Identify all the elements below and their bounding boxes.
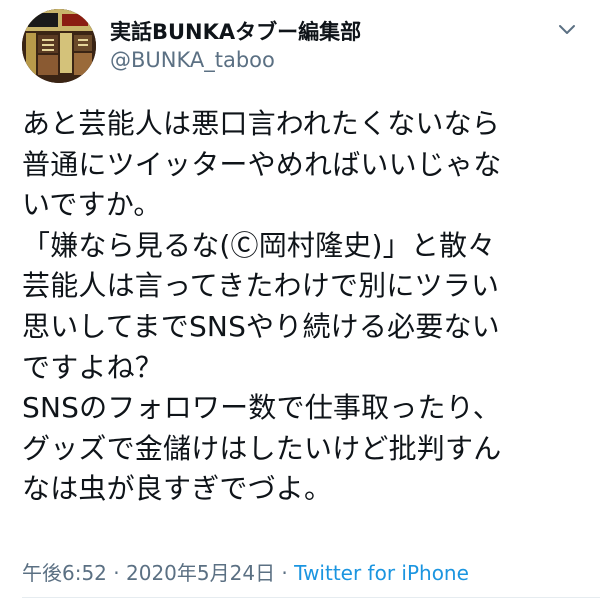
meta-separator: · xyxy=(106,561,126,585)
tweet-text-line: 思いしてまでSNSやり続ける必要ない xyxy=(22,309,500,343)
user-info: 実話BUNKAタブー編集部 @BUNKA_taboo xyxy=(110,18,361,74)
tweet-text-line: なは虫が良すぎでづよ。 xyxy=(22,472,333,506)
tweet-text-line: いですか。 xyxy=(22,188,162,222)
tweet-time[interactable]: 午後6:52 xyxy=(22,561,107,585)
tweet-text-line: 普通にツイッターやめればいいじゃな xyxy=(22,147,502,181)
user-handle[interactable]: @BUNKA_taboo xyxy=(110,46,361,74)
tweet-card: 実話BUNKAタブー編集部 @BUNKA_taboo あと芸能人は悪口言われたく… xyxy=(0,0,600,599)
display-name[interactable]: 実話BUNKAタブー編集部 xyxy=(110,18,361,46)
tweet-text: あと芸能人は悪口言われたくないなら 普通にツイッターやめればいいじゃな いですか… xyxy=(22,104,587,510)
tweet-text-line: ですよね？ xyxy=(22,350,164,384)
tweet-text-line: 「嫌なら見るな(Ⓒ岡村隆史)」と散々 xyxy=(22,228,496,262)
tweet-source-link[interactable]: Twitter for iPhone xyxy=(294,561,469,585)
tweet-header: 実話BUNKAタブー編集部 @BUNKA_taboo xyxy=(22,6,361,86)
tweet-meta: 午後6:52 · 2020年5月24日 · Twitter for iPhone xyxy=(22,559,469,587)
tweet-text-line: 芸能人は言ってきたわけで別にツラい xyxy=(22,269,500,303)
tweet-text-line: グッズで金儲けはしたいけど批判すん xyxy=(22,431,502,465)
chevron-down-icon[interactable] xyxy=(556,18,578,40)
divider xyxy=(22,597,600,598)
avatar[interactable] xyxy=(22,9,96,83)
magazine-cover-avatar-icon xyxy=(22,9,96,83)
tweet-text-line: あと芸能人は悪口言われたくないなら xyxy=(22,107,501,140)
meta-separator: · xyxy=(275,561,295,585)
tweet-date[interactable]: 2020年5月24日 xyxy=(126,561,275,585)
tweet-text-line: SNSのフォロワー数で仕事取ったり、 xyxy=(22,391,501,425)
